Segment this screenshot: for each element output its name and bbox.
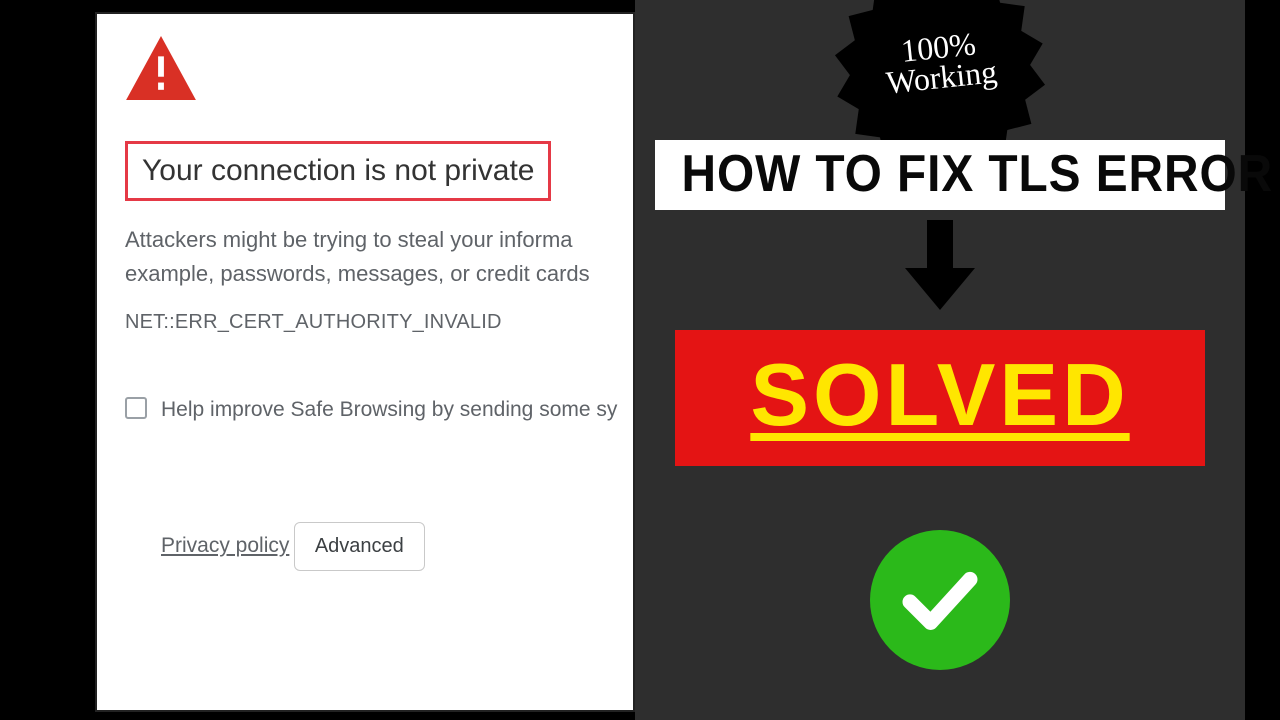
- privacy-policy-link[interactable]: Privacy policy: [161, 534, 289, 558]
- overlay-title: HOW TO FIX TLS ERROR: [681, 144, 1198, 204]
- check-icon: [895, 555, 985, 645]
- title-strip: HOW TO FIX TLS ERROR: [655, 140, 1225, 210]
- warning-triangle-icon: [125, 36, 611, 141]
- thumbnail-overlay: 100% Working HOW TO FIX TLS ERROR SOLVED: [635, 0, 1245, 720]
- solved-banner: SOLVED: [675, 330, 1205, 466]
- checkbox-label: Help improve Safe Browsing by sending so…: [161, 394, 617, 426]
- solved-text: SOLVED: [683, 344, 1197, 446]
- hundred-percent-badge: 100% Working: [860, 0, 1020, 150]
- error-code: NET::ERR_CERT_AUTHORITY_INVALID: [125, 311, 611, 334]
- headline-highlight-box: Your connection is not private: [125, 141, 551, 201]
- down-arrow-icon: [905, 220, 975, 310]
- error-headline: Your connection is not private: [142, 154, 534, 188]
- advanced-button[interactable]: Advanced: [294, 522, 425, 571]
- safe-browsing-opt-in[interactable]: Help improve Safe Browsing by sending so…: [125, 394, 611, 426]
- checkmark-badge: [870, 530, 1010, 670]
- error-description: Attackers might be trying to steal your …: [125, 223, 611, 291]
- chrome-error-page: Your connection is not private Attackers…: [95, 12, 635, 712]
- checkbox-icon[interactable]: [125, 397, 147, 419]
